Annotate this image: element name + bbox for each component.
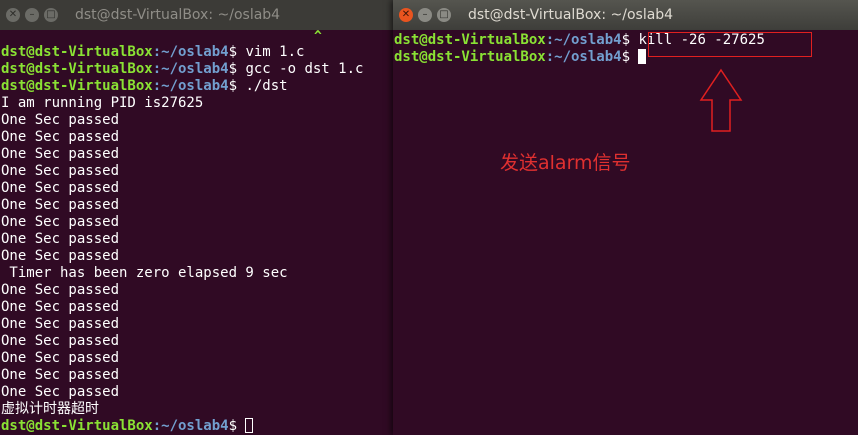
prompt-symbol: $ [228,418,246,434]
prompt-symbol: $ [621,32,639,48]
prompt-line: dst@dst-VirtualBox:~/oslab4$ ./dst [1,78,395,95]
command-text: ./dst [245,78,288,94]
right-terminal-window[interactable]: ✕ – □ dst@dst-VirtualBox: ~/oslab4 dst@d… [393,0,858,435]
output-line: One Sec passed [1,146,120,162]
prompt-symbol: $ [228,61,246,77]
prompt-path: :~/oslab4 [152,78,229,94]
output-line: One Sec passed [1,367,120,383]
prompt-symbol: $ [228,44,246,60]
prompt-path: :~/oslab4 [545,32,622,48]
output-line: One Sec passed [1,299,120,315]
prompt-line: dst@dst-VirtualBox:~/oslab4$ [1,418,395,435]
prompt-line: dst@dst-VirtualBox:~/oslab4$ gcc -o dst … [1,61,395,78]
output-line: One Sec passed [1,248,120,264]
output-line: One Sec passed [1,129,120,145]
prompt-path: :~/oslab4 [545,49,622,65]
window-title: dst@dst-VirtualBox: ~/oslab4 [468,7,674,23]
output-line: One Sec passed [1,163,120,179]
output-line: One Sec passed [1,197,120,213]
prompt-path: :~/oslab4 [152,61,229,77]
up-arrow-icon [699,68,743,132]
prompt-symbol: $ [228,78,246,94]
window-title: dst@dst-VirtualBox: ~/oslab4 [75,7,281,23]
output-line: One Sec passed [1,350,120,366]
prompt-user: dst@dst-VirtualBox [394,32,546,48]
command-text: gcc -o dst 1.c [245,61,364,77]
prompt-path: :~/oslab4 [152,44,229,60]
output-line: Timer has been zero elapsed 9 sec [1,265,288,281]
output-line: One Sec passed [1,180,120,196]
output-line: One Sec passed [1,214,120,230]
close-icon[interactable]: ✕ [6,8,20,22]
output-line: One Sec passed [1,231,120,247]
prompt-symbol: $ [621,49,639,65]
output-line: I am running PID is27625 [1,95,204,111]
output-line: One Sec passed [1,112,120,128]
output-line: One Sec passed [1,384,120,400]
output-line: One Sec passed [1,282,120,298]
output-line: 虚拟计时器超时 [1,401,99,417]
annotation-text: 发送alarm信号 [500,152,631,174]
output-line: One Sec passed [1,316,120,332]
left-terminal-output[interactable]: dst@dst-VirtualBox:~/oslab4$ vim 1.c dst@… [0,44,395,435]
minimize-icon[interactable]: – [25,8,39,22]
command-text: vim 1.c [245,44,305,60]
prompt-line: dst@dst-VirtualBox:~/oslab4$ vim 1.c [1,44,395,61]
cursor[interactable] [638,49,647,64]
close-icon[interactable]: ✕ [399,8,413,22]
prompt-user: dst@dst-VirtualBox [394,49,546,65]
prompt-user: dst@dst-VirtualBox [1,44,153,60]
prompt-user: dst@dst-VirtualBox [1,78,153,94]
maximize-icon[interactable]: □ [437,8,451,22]
caret-marker: ^ [314,29,322,44]
left-titlebar[interactable]: ✕ – □ dst@dst-VirtualBox: ~/oslab4 [0,0,395,30]
highlight-box [648,32,812,57]
maximize-icon[interactable]: □ [44,8,58,22]
prompt-user: dst@dst-VirtualBox [1,418,153,434]
prompt-path: :~/oslab4 [152,418,229,434]
right-titlebar[interactable]: ✕ – □ dst@dst-VirtualBox: ~/oslab4 [393,0,858,30]
cursor[interactable] [245,418,254,433]
left-terminal-window[interactable]: ✕ – □ dst@dst-VirtualBox: ~/oslab4 ^ dst… [0,0,395,435]
minimize-icon[interactable]: – [418,8,432,22]
output-line: One Sec passed [1,333,120,349]
prompt-user: dst@dst-VirtualBox [1,61,153,77]
